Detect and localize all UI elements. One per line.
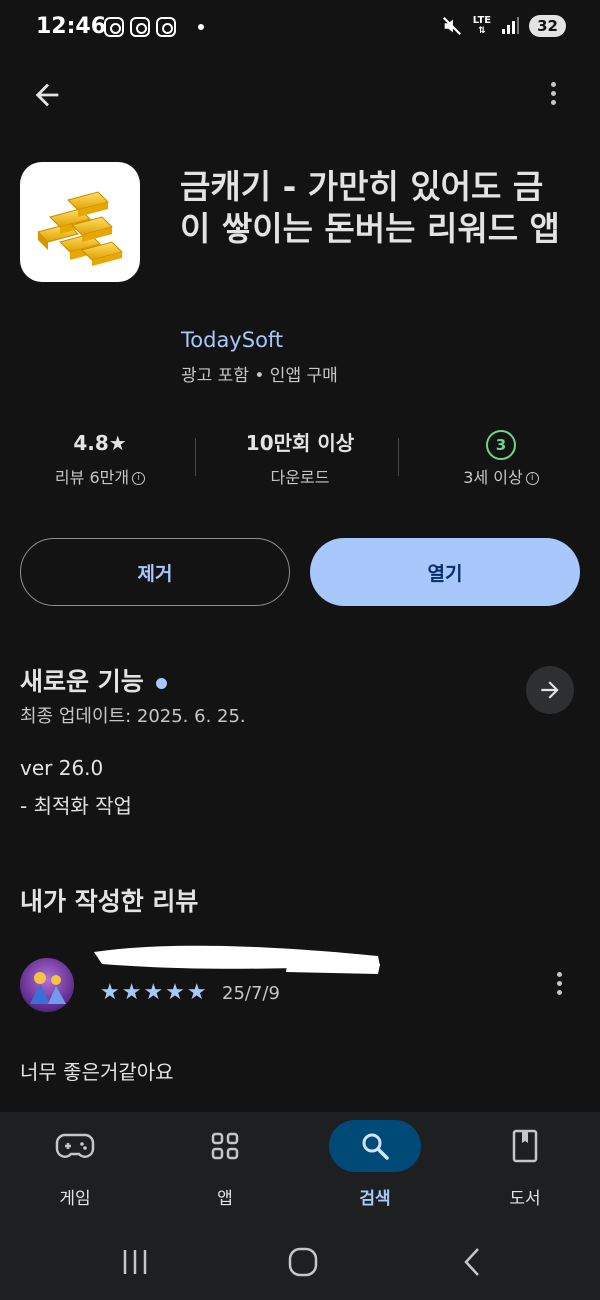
age-rating-badge: 3 — [486, 430, 516, 460]
home-icon[interactable] — [287, 1246, 319, 1278]
instagram-notification-icon — [156, 17, 176, 37]
nav-search[interactable]: 검색 — [315, 1120, 435, 1209]
back-button[interactable] — [30, 78, 64, 116]
signal-icon — [502, 17, 520, 34]
instagram-notification-icon — [104, 17, 124, 37]
app-title: 금캐기 - 가만히 있어도 금이 쌓이는 돈버는 리워드 앱 — [180, 167, 560, 248]
review-count-label: 리뷰 6만개 — [54, 468, 130, 487]
review-date: 25/7/9 — [222, 983, 280, 1004]
instagram-notification-icon — [130, 17, 150, 37]
status-right: LTE ⇅ 32 — [441, 15, 566, 37]
whats-new-title-text: 새로운 기능 — [20, 667, 144, 696]
nav-books[interactable]: 도서 — [465, 1120, 585, 1209]
age-rating-stat[interactable]: 3 3세 이상 i — [418, 428, 584, 488]
app-meta: 광고 포함 • 인앱 구매 — [181, 366, 338, 386]
review-count: 리뷰 6만개 i — [20, 464, 180, 488]
nav-games[interactable]: 게임 — [15, 1120, 135, 1209]
update-note: - 최적화 작업 — [20, 794, 132, 818]
avatar-image-icon — [30, 972, 66, 1004]
status-time: 12:46 — [36, 14, 107, 39]
arrow-right-icon — [541, 681, 559, 699]
stat-divider — [195, 438, 196, 476]
review-text: 너무 좋은거같아요 — [20, 1060, 174, 1084]
last-updated: 최종 업데이트: 2025. 6. 25. — [20, 706, 246, 727]
nav-apps-label: 앱 — [217, 1189, 233, 1209]
redacted-username — [94, 945, 380, 974]
age-label-text: 3세 이상 — [463, 468, 523, 487]
open-button[interactable]: 열기 — [310, 538, 580, 606]
nav-books-label: 도서 — [509, 1189, 541, 1209]
network-type: LTE ⇅ — [472, 15, 492, 37]
developer-link[interactable]: TodaySoft — [181, 328, 283, 352]
review-stars: ★★★★★ — [100, 980, 209, 1005]
mute-icon — [442, 16, 461, 36]
rating-stat[interactable]: 4.8★ 리뷰 6만개 i — [20, 428, 180, 488]
avatar — [20, 958, 74, 1012]
back-nav-icon[interactable] — [460, 1246, 484, 1278]
nav-games-label: 게임 — [59, 1189, 91, 1209]
network-label: LTE — [472, 15, 492, 26]
notification-icons — [104, 17, 204, 37]
system-navigation-bar — [0, 1220, 600, 1300]
gamepad-icon — [55, 1133, 95, 1158]
apps-grid-icon — [211, 1132, 239, 1160]
version-text: ver 26.0 — [20, 756, 104, 780]
new-indicator-dot — [155, 677, 167, 689]
age-rating-label: 3세 이상 i — [418, 464, 584, 488]
info-icon: i — [132, 472, 146, 485]
battery-indicator: 32 — [529, 15, 566, 37]
stat-divider — [398, 438, 399, 476]
uninstall-button[interactable]: 제거 — [20, 538, 290, 606]
downloads-label: 다운로드 — [270, 468, 330, 487]
search-icon — [362, 1133, 389, 1160]
nav-search-label: 검색 — [359, 1189, 391, 1209]
whats-new-title: 새로운 기능 — [20, 662, 167, 698]
recents-icon[interactable] — [120, 1248, 150, 1276]
bottom-navigation: 게임 앱 검색 도서 — [0, 1112, 600, 1220]
my-review-title: 내가 작성한 리뷰 — [20, 887, 199, 916]
downloads-value: 10만회 이상 — [245, 431, 355, 455]
more-notifications-icon — [198, 24, 204, 30]
nav-apps[interactable]: 앱 — [165, 1120, 285, 1209]
rating-value: 4.8★ — [73, 431, 127, 455]
app-icon — [20, 162, 140, 282]
book-icon — [512, 1129, 538, 1163]
gold-bars-icon — [37, 191, 123, 266]
whats-new-arrow-button[interactable] — [526, 666, 574, 714]
back-arrow-icon — [35, 83, 59, 107]
review-more-button[interactable] — [556, 972, 562, 995]
downloads-stat: 10만회 이상 다운로드 — [217, 428, 383, 488]
info-icon: i — [525, 472, 539, 485]
more-options-button[interactable] — [550, 82, 556, 105]
